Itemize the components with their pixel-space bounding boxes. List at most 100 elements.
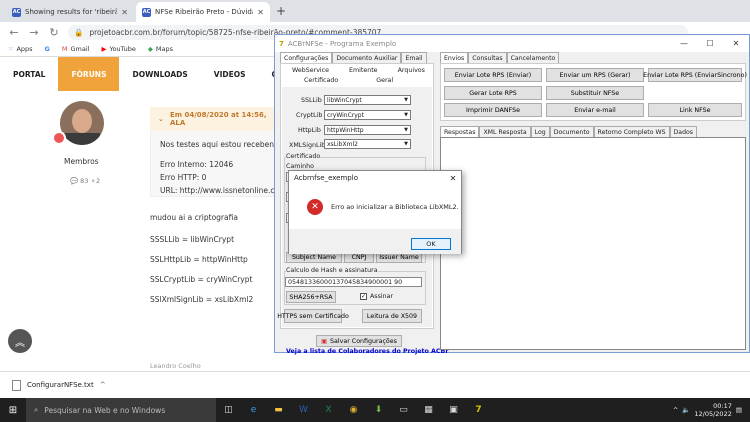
notifications-icon[interactable]: ▤ (736, 406, 742, 414)
tab-consultas[interactable]: Consultas (468, 52, 507, 63)
back-icon[interactable]: ← (8, 26, 20, 39)
nav-portal[interactable]: PORTAL (0, 57, 58, 91)
bookmark-gmail[interactable]: M Gmail (62, 45, 90, 53)
close-tab-icon[interactable]: ✕ (257, 8, 264, 17)
assinar-checkbox[interactable]: ✓ (360, 293, 367, 300)
lock-icon: 🔒 (74, 27, 84, 37)
task-view-icon[interactable]: ◫ (216, 398, 241, 422)
nav-downloads[interactable]: DOWNLOADS (119, 57, 200, 91)
word-icon[interactable]: W (291, 398, 316, 422)
google-icon: G (44, 45, 50, 53)
colaboradores-link[interactable]: Veja a lista de Colaboradores do Projeto… (286, 348, 448, 355)
next-author[interactable]: Leandro Coelho (150, 362, 201, 370)
acbr-taskbar-icon[interactable]: 7 (466, 398, 491, 422)
maximize-icon[interactable]: ☐ (697, 39, 723, 48)
dropdown-arrow-icon: ▼ (404, 112, 408, 118)
bookmark-google[interactable]: G (45, 45, 50, 53)
ssllib-select[interactable]: libWinCrypt ▼ (324, 95, 411, 105)
search-icon: ⌕ (34, 405, 39, 414)
close-icon[interactable]: ✕ (723, 39, 749, 48)
quote-link[interactable]: URL: http://www.issnetonline.com (160, 186, 286, 195)
tab-dados[interactable]: Dados (669, 126, 698, 137)
enviar-um-rps-button[interactable]: Enviar um RPS (Gerar) (546, 68, 644, 82)
terminal-icon[interactable]: ▭ (391, 398, 416, 422)
tab-retorno-completo[interactable]: Retorno Completo WS (593, 126, 670, 137)
gerar-lote-rps-button[interactable]: Gerar Lote RPS (444, 86, 542, 100)
edge-icon[interactable]: e (241, 398, 266, 422)
tab-xml-resposta[interactable]: XML Resposta (479, 126, 531, 137)
scroll-top-button[interactable]: ︽ (8, 329, 32, 353)
ok-button[interactable]: OK (411, 238, 451, 250)
sha256-rsa-button[interactable]: SHA256+RSA (286, 291, 336, 303)
torrent-icon[interactable]: ⬇ (366, 398, 391, 422)
enviar-lote-rps-button[interactable]: Enviar Lote RPS (Enviar) (444, 68, 542, 82)
respostas-memo[interactable] (440, 137, 746, 350)
bookmark-apps[interactable]: ⁙ Apps (8, 45, 33, 53)
tab-email[interactable]: Email (401, 52, 427, 63)
forward-icon[interactable]: → (28, 26, 40, 39)
bookmark-youtube[interactable]: ▶ YouTube (101, 45, 135, 53)
browser-tab-search[interactable]: AC Showing results for 'ribeirão pre ✕ (6, 2, 134, 22)
quote-header[interactable]: ⌄ Em 04/08/2020 at 14:56, ALA (150, 107, 278, 131)
xmlsignlib-select[interactable]: xsLibXml2 ▼ (324, 139, 411, 149)
reload-icon[interactable]: ↻ (48, 26, 60, 39)
imprimir-danfse-button[interactable]: Imprimir DANFSe (444, 103, 542, 117)
minimize-icon[interactable]: — (671, 39, 697, 48)
browser-tab-nfse[interactable]: AC NFSe Ribeirão Preto - Dúvidas G ✕ (136, 2, 270, 22)
tab-documento[interactable]: Documento (549, 126, 594, 137)
chevron-up-icon[interactable]: ^ (100, 381, 106, 389)
youtube-icon: ▶ (101, 45, 107, 53)
clock[interactable]: 00:17 12/05/2022 (694, 402, 731, 418)
tab-configuracoes[interactable]: Configurações (280, 52, 333, 63)
substituir-nfse-button[interactable]: Substituir NFSe (546, 86, 644, 100)
tab-log[interactable]: Log (530, 126, 550, 137)
assinar-label: Assinar (370, 293, 394, 300)
tab-documento-auxiliar[interactable]: Documento Auxiliar (332, 52, 402, 63)
bottom-tabs: Respostas XML Resposta Log Documento Ret… (440, 126, 698, 137)
speaker-icon[interactable]: 🔈 (682, 406, 690, 414)
dialog-message: Erro ao inicializar a Biblioteca LibXML2… (331, 203, 459, 211)
close-icon[interactable]: ✕ (445, 174, 461, 183)
httplib-select[interactable]: httpWinHttp ▼ (324, 125, 411, 135)
avatar[interactable] (60, 101, 104, 145)
tab-certificado[interactable]: Certificado (304, 77, 338, 84)
acbr-app-icon: 7 (279, 39, 284, 48)
chevron-up-icon[interactable]: ^ (673, 406, 678, 414)
tab-arquivos[interactable]: Arquivos (398, 67, 425, 74)
app-icon[interactable]: ▦ (416, 398, 441, 422)
salvar-configuracoes-button[interactable]: ▣ Salvar Configurações (316, 335, 402, 347)
quote-line: Nos testes aqui estou recebend (160, 140, 279, 149)
left-tabs-row3: Certificado Geral (304, 77, 393, 84)
tab-geral[interactable]: Geral (376, 77, 393, 84)
download-filename[interactable]: ConfigurarNFSe.txt (27, 381, 94, 389)
author-stats: 💬 83 ⚬2 (70, 177, 101, 185)
close-tab-icon[interactable]: ✕ (121, 8, 128, 17)
https-sem-certificado-button[interactable]: HTTPS sem Certificado (277, 309, 349, 323)
leitura-x509-button[interactable]: Leitura de X509 (362, 309, 422, 323)
cryptlib-select[interactable]: cryWinCrypt ▼ (324, 110, 411, 120)
nav-foruns[interactable]: FÓRUNS (58, 57, 120, 91)
windows-start-icon[interactable]: ⊞ (0, 398, 26, 422)
nav-videos[interactable]: VIDEOS (201, 57, 259, 91)
chrome-icon[interactable]: ◉ (341, 398, 366, 422)
post-line: SSSLLib = libWinCrypt (150, 235, 235, 244)
enviar-email-button[interactable]: Enviar e-mail (546, 103, 644, 117)
app-icon[interactable]: ▣ (441, 398, 466, 422)
floppy-disk-icon: ▣ (321, 337, 328, 345)
link-nfse-button[interactable]: Link NFSe (648, 103, 742, 117)
certificado-group-label: Certificado (286, 153, 321, 160)
hash-input[interactable]: 05481336000137045834900001 90 (285, 277, 422, 287)
enviar-lote-sincrono-button[interactable]: Enviar Lote RPS (EnviarSincrono) (643, 68, 747, 82)
new-tab-button[interactable]: + (276, 4, 286, 18)
acbr-favicon-icon: AC (12, 7, 21, 17)
tab-webservice[interactable]: WebService (292, 67, 329, 74)
file-explorer-icon[interactable]: ▬ (266, 398, 291, 422)
chevron-down-icon: ⌄ (158, 115, 164, 123)
excel-icon[interactable]: X (316, 398, 341, 422)
tab-cancelamento[interactable]: Cancelamento (506, 52, 560, 63)
taskbar-search-box[interactable]: ⌕ Pesquisar na Web e no Windows (26, 398, 216, 422)
bookmark-maps[interactable]: ◆ Maps (148, 45, 173, 53)
tab-envios[interactable]: Envios (440, 52, 469, 63)
tab-respostas[interactable]: Respostas (440, 126, 480, 137)
tab-emitente[interactable]: Emitente (349, 67, 378, 74)
